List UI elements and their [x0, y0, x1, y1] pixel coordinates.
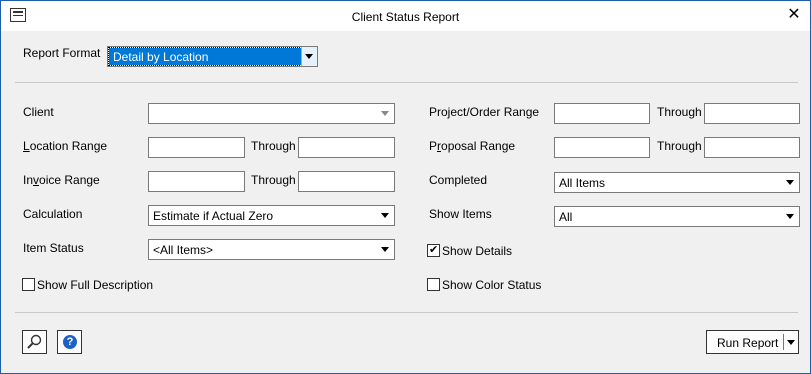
client-label: Client: [23, 105, 54, 119]
report-window: Client Status Report ✕ Report Format Det…: [0, 0, 811, 374]
chevron-down-icon: [786, 214, 794, 219]
completed-label: Completed: [429, 173, 488, 187]
item-status-select[interactable]: <All Items>: [148, 239, 395, 260]
invoice-range-label: Invoice Range: [23, 173, 100, 187]
chevron-down-icon: [786, 180, 794, 185]
chevron-down-icon: [381, 111, 389, 116]
calculation-value: Estimate if Actual Zero: [153, 209, 274, 223]
proposal-through-label: Through: [657, 139, 702, 153]
invoice-range-from-input[interactable]: [148, 171, 245, 192]
top-separator: [15, 82, 798, 83]
close-icon[interactable]: ✕: [784, 5, 804, 25]
bottom-separator: [15, 312, 798, 313]
report-format-select[interactable]: Detail by Location: [107, 46, 318, 67]
project-through-label: Through: [657, 105, 702, 119]
chevron-down-icon: [381, 213, 389, 218]
chevron-down-icon: [381, 247, 389, 252]
run-report-button[interactable]: Run Report: [706, 330, 799, 354]
client-select[interactable]: [148, 103, 395, 124]
item-status-label: Item Status: [23, 241, 84, 255]
show-items-label: Show Items: [429, 207, 492, 221]
search-button[interactable]: [22, 330, 47, 354]
help-button[interactable]: ?: [57, 330, 82, 354]
show-details-label: Show Details: [442, 244, 513, 258]
checkmark-icon: ✔: [429, 244, 439, 256]
title-bar: Client Status Report ✕: [1, 1, 810, 31]
report-format-label: Report Format: [23, 46, 101, 60]
calculation-select[interactable]: Estimate if Actual Zero: [148, 205, 395, 226]
proposal-range-label: Proposal Range: [429, 139, 516, 153]
chevron-down-icon[interactable]: [787, 340, 795, 345]
window-title: Client Status Report: [351, 10, 460, 24]
show-items-select[interactable]: All: [554, 206, 800, 227]
report-format-selection: Detail by Location: [108, 47, 304, 66]
invoice-through-label: Through: [251, 173, 296, 187]
invoice-range-to-input[interactable]: [298, 171, 395, 192]
proposal-range-to-input[interactable]: [704, 137, 800, 158]
project-order-to-input[interactable]: [704, 103, 800, 124]
location-range-label: Location Range: [23, 139, 108, 153]
run-report-label: Run Report: [717, 336, 779, 350]
show-full-description-checkbox[interactable]: [22, 278, 35, 291]
item-status-value: <All Items>: [153, 243, 214, 257]
location-range-to-input[interactable]: [298, 137, 395, 158]
help-icon: ?: [63, 335, 77, 349]
show-full-description-label: Show Full Description: [37, 278, 154, 292]
location-range-from-input[interactable]: [148, 137, 245, 158]
show-items-value: All: [559, 210, 573, 224]
show-color-status-label: Show Color Status: [442, 278, 542, 292]
chevron-down-icon: [305, 54, 313, 59]
show-color-status-checkbox[interactable]: [427, 278, 440, 291]
search-icon: [27, 334, 42, 349]
proposal-range-from-input[interactable]: [554, 137, 650, 158]
completed-value: All Items: [559, 176, 606, 190]
split-divider: [783, 334, 784, 350]
report-format-dropdown-button[interactable]: [301, 47, 317, 66]
show-details-checkbox[interactable]: ✔: [427, 244, 440, 257]
calculation-label: Calculation: [23, 207, 83, 221]
project-order-range-label: Project/Order Range: [429, 105, 540, 119]
report-format-value: Detail by Location: [113, 50, 209, 64]
location-through-label: Through: [251, 139, 296, 153]
completed-select[interactable]: All Items: [554, 172, 800, 193]
project-order-from-input[interactable]: [554, 103, 650, 124]
